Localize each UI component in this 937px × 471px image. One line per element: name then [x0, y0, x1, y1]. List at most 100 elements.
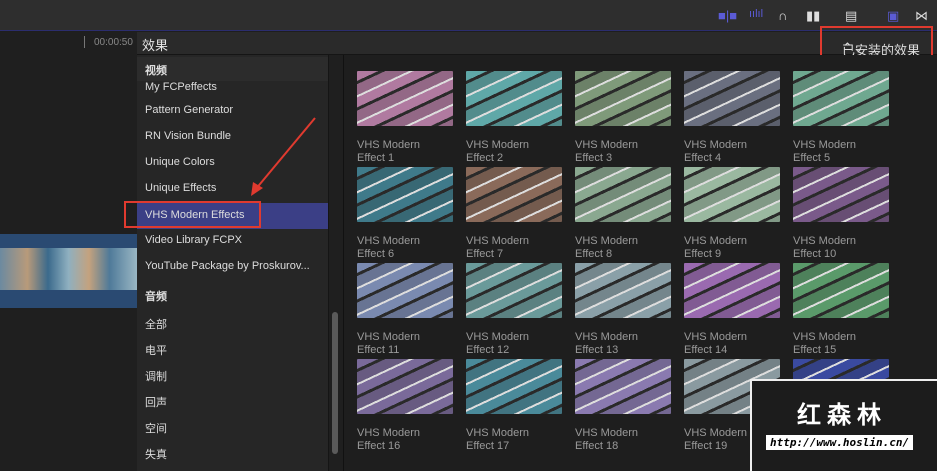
effect-item[interactable]: VHS Modern Effect 6: [357, 167, 457, 261]
effect-name-line1: VHS Modern: [684, 235, 747, 247]
sidebar-item[interactable]: 电平: [137, 336, 328, 362]
effect-name-line1: VHS Modern: [357, 139, 420, 151]
effect-thumbnail: [357, 359, 453, 414]
effect-name-line1: VHS Modern: [357, 427, 420, 439]
effect-name-line1: VHS Modern: [684, 139, 747, 151]
effect-item[interactable]: VHS Modern Effect 5: [793, 71, 893, 165]
effect-item[interactable]: VHS Modern Effect 18: [575, 359, 675, 453]
effect-thumbnail: [684, 71, 780, 126]
effect-item[interactable]: VHS Modern Effect 9: [684, 167, 784, 261]
effect-name-line1: VHS Modern: [575, 331, 638, 343]
effect-name-line1: VHS Modern: [466, 139, 529, 151]
effect-name-line1: VHS Modern: [684, 331, 747, 343]
effect-name-line1: VHS Modern: [793, 139, 856, 151]
clip-filmstrip: [0, 248, 137, 290]
effect-name-line1: VHS Modern: [357, 235, 420, 247]
effect-thumbnail: [575, 71, 671, 126]
effect-item[interactable]: VHS Modern Effect 7: [466, 167, 566, 261]
effect-name-line2: Effect 14: [684, 344, 728, 356]
effect-item[interactable]: VHS Modern Effect 13: [575, 263, 675, 357]
category-video[interactable]: 视频: [137, 57, 328, 81]
effect-item[interactable]: VHS Modern Effect 2: [466, 71, 566, 165]
effect-name-line2: Effect 4: [684, 152, 722, 164]
effect-name-line2: Effect 10: [793, 248, 837, 260]
effect-name-line1: VHS Modern: [466, 331, 529, 343]
effect-name-line1: VHS Modern: [793, 331, 856, 343]
effect-name-line2: Effect 17: [466, 440, 510, 452]
effect-thumbnail: [466, 71, 562, 126]
headphones-icon[interactable]: ∩: [778, 8, 787, 23]
sidebar-item[interactable]: 失真: [137, 440, 328, 466]
effect-name-line2: Effect 18: [575, 440, 619, 452]
effect-name-line1: VHS Modern: [575, 139, 638, 151]
effect-item[interactable]: VHS Modern Effect 14: [684, 263, 784, 357]
sidebar-item[interactable]: Video Library FCPX: [137, 228, 328, 254]
browser-window-icon[interactable]: ▣: [887, 8, 899, 24]
effect-item[interactable]: VHS Modern Effect 8: [575, 167, 675, 261]
effect-thumbnail: [793, 167, 889, 222]
effect-thumbnail: [684, 263, 780, 318]
effects-header: 效果: [137, 32, 937, 55]
watermark-url: http://www.hoslin.cn/: [766, 435, 914, 450]
effect-item[interactable]: VHS Modern Effect 16: [357, 359, 457, 453]
effect-item[interactable]: VHS Modern Effect 3: [575, 71, 675, 165]
effect-name-line2: Effect 7: [466, 248, 504, 260]
effect-name-line2: Effect 13: [575, 344, 619, 356]
watermark-logo: 红森林: [797, 402, 887, 429]
effect-name-line2: Effect 8: [575, 248, 613, 260]
effect-name-line1: VHS Modern: [466, 235, 529, 247]
effect-item[interactable]: VHS Modern Effect 4: [684, 71, 784, 165]
effect-item[interactable]: VHS Modern Effect 12: [466, 263, 566, 357]
transition-icon[interactable]: ⋈: [915, 8, 928, 24]
sidebar-item[interactable]: My FCPeffects: [137, 79, 328, 99]
effect-thumbnail: [575, 167, 671, 222]
effect-name-line1: VHS Modern: [357, 331, 420, 343]
sidebar-item[interactable]: 调制: [137, 362, 328, 388]
effect-thumbnail: [357, 167, 453, 222]
effect-item[interactable]: VHS Modern Effect 11: [357, 263, 457, 357]
sidebar-item[interactable]: 回声: [137, 388, 328, 414]
effect-thumbnail: [575, 359, 671, 414]
audio-split-icon[interactable]: ■|■: [718, 8, 737, 23]
effect-name-line2: Effect 15: [793, 344, 837, 356]
effect-name-line1: VHS Modern: [793, 235, 856, 247]
effect-name-line2: Effect 9: [684, 248, 722, 260]
playhead-marker: [84, 36, 85, 48]
effect-name-line2: Effect 12: [466, 344, 510, 356]
filmstrip-icon[interactable]: ▤: [845, 8, 857, 24]
chevron-updown-icon: ⌃⌄: [842, 40, 864, 55]
effect-name-line2: Effect 3: [575, 152, 613, 164]
effect-item[interactable]: VHS Modern Effect 15: [793, 263, 893, 357]
watermark: 红森林 http://www.hoslin.cn/: [750, 379, 937, 471]
effect-name-line2: Effect 5: [793, 152, 831, 164]
toolbar: ■|■ ıılıl ∩ ▮▮ ▤ ▣ ⋈: [0, 0, 937, 31]
clip-skimming-icon[interactable]: ▮▮: [806, 8, 820, 24]
effect-thumbnail: [793, 71, 889, 126]
scrollbar-thumb[interactable]: [332, 312, 338, 454]
waveform-icon[interactable]: ıılıl: [749, 8, 763, 20]
effect-name-line2: Effect 6: [357, 248, 395, 260]
effect-name-line1: VHS Modern: [575, 235, 638, 247]
timecode: 00:00:50: [94, 37, 133, 48]
sidebar-item[interactable]: 全部: [137, 310, 328, 336]
annotation-arrow-icon: [251, 117, 316, 196]
effect-item[interactable]: VHS Modern Effect 17: [466, 359, 566, 453]
effect-thumbnail: [575, 263, 671, 318]
effect-thumbnail: [793, 263, 889, 318]
effect-thumbnail: [466, 263, 562, 318]
effect-item[interactable]: VHS Modern Effect 10: [793, 167, 893, 261]
effect-name-line2: Effect 16: [357, 440, 401, 452]
effects-filter-dropdown[interactable]: 已安装的效果 ⌃⌄: [820, 26, 933, 58]
effect-name-line2: Effect 1: [357, 152, 395, 164]
effect-name-line1: VHS Modern: [466, 427, 529, 439]
highlight-box: [124, 201, 261, 228]
effect-name-line2: Effect 11: [357, 344, 400, 356]
sidebar-item[interactable]: 空间: [137, 414, 328, 440]
category-audio[interactable]: 音频: [137, 282, 328, 308]
effect-thumbnail: [466, 167, 562, 222]
effect-item[interactable]: VHS Modern Effect 1: [357, 71, 457, 165]
panel-title: 效果: [142, 38, 169, 53]
effect-name-line1: VHS Modern: [575, 427, 638, 439]
effect-thumbnail: [357, 263, 453, 318]
sidebar-item[interactable]: YouTube Package by Proskurov...: [137, 254, 328, 280]
